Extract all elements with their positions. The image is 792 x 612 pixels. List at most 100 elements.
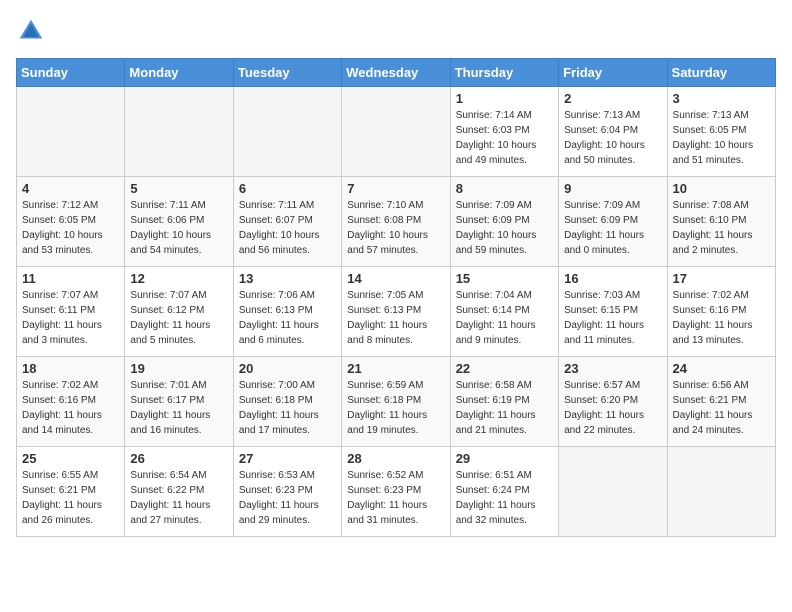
calendar-cell: 5 Sunrise: 7:11 AM Sunset: 6:06 PM Daylig… xyxy=(125,177,233,267)
calendar-cell: 29 Sunrise: 6:51 AM Sunset: 6:24 PM Dayli… xyxy=(450,447,558,537)
day-info: Sunrise: 7:00 AM Sunset: 6:18 PM Dayligh… xyxy=(239,378,336,438)
day-number: 25 xyxy=(22,451,119,466)
calendar-body: 1 Sunrise: 7:14 AM Sunset: 6:03 PM Daylig… xyxy=(17,87,776,537)
calendar-cell xyxy=(559,447,667,537)
day-info: Sunrise: 6:53 AM Sunset: 6:23 PM Dayligh… xyxy=(239,468,336,528)
calendar-cell: 2 Sunrise: 7:13 AM Sunset: 6:04 PM Daylig… xyxy=(559,87,667,177)
day-info: Sunrise: 7:14 AM Sunset: 6:03 PM Dayligh… xyxy=(456,108,553,168)
calendar-cell: 20 Sunrise: 7:00 AM Sunset: 6:18 PM Dayli… xyxy=(233,357,341,447)
calendar-cell: 13Sunrise: 7:06 AM Sunset: 6:13 PM Dayli… xyxy=(233,267,341,357)
day-number: 4 xyxy=(22,181,119,196)
day-info: Sunrise: 7:01 AM Sunset: 6:17 PM Dayligh… xyxy=(130,378,227,438)
day-info: Sunrise: 7:12 AM Sunset: 6:05 PM Dayligh… xyxy=(22,198,119,258)
day-info: Sunrise: 6:56 AM Sunset: 6:21 PM Dayligh… xyxy=(673,378,770,438)
week-row-5: 25 Sunrise: 6:55 AM Sunset: 6:21 PM Dayli… xyxy=(17,447,776,537)
header-day-saturday: Saturday xyxy=(667,59,775,87)
calendar-cell: 19 Sunrise: 7:01 AM Sunset: 6:17 PM Dayli… xyxy=(125,357,233,447)
calendar-cell: 25 Sunrise: 6:55 AM Sunset: 6:21 PM Dayli… xyxy=(17,447,125,537)
day-number: 22 xyxy=(456,361,553,376)
day-info: Sunrise: 7:04 AM Sunset: 6:14 PM Dayligh… xyxy=(456,288,553,348)
day-number: 16 xyxy=(564,271,661,286)
day-info: Sunrise: 6:57 AM Sunset: 6:20 PM Dayligh… xyxy=(564,378,661,438)
day-number: 9 xyxy=(564,181,661,196)
calendar-cell: 17 Sunrise: 7:02 AM Sunset: 6:16 PM Dayli… xyxy=(667,267,775,357)
day-number: 20 xyxy=(239,361,336,376)
day-info: Sunrise: 7:11 AM Sunset: 6:07 PM Dayligh… xyxy=(239,198,336,258)
day-number: 11 xyxy=(22,271,119,286)
calendar-cell: 3 Sunrise: 7:13 AM Sunset: 6:05 PM Daylig… xyxy=(667,87,775,177)
calendar-cell: 23 Sunrise: 6:57 AM Sunset: 6:20 PM Dayli… xyxy=(559,357,667,447)
calendar-cell: 26Sunrise: 6:54 AM Sunset: 6:22 PM Dayli… xyxy=(125,447,233,537)
calendar-cell: 14 Sunrise: 7:05 AM Sunset: 6:13 PM Dayli… xyxy=(342,267,450,357)
calendar-cell: 4 Sunrise: 7:12 AM Sunset: 6:05 PM Daylig… xyxy=(17,177,125,267)
day-info: Sunrise: 7:11 AM Sunset: 6:06 PM Dayligh… xyxy=(130,198,227,258)
day-number: 27 xyxy=(239,451,336,466)
day-info: Sunrise: 7:02 AM Sunset: 6:16 PM Dayligh… xyxy=(22,378,119,438)
calendar-cell: 28 Sunrise: 6:52 AM Sunset: 6:23 PM Dayli… xyxy=(342,447,450,537)
calendar-cell: 6 Sunrise: 7:11 AM Sunset: 6:07 PM Daylig… xyxy=(233,177,341,267)
day-number: 17 xyxy=(673,271,770,286)
day-number: 28 xyxy=(347,451,444,466)
header-day-thursday: Thursday xyxy=(450,59,558,87)
day-number: 29 xyxy=(456,451,553,466)
page-header xyxy=(16,16,776,46)
calendar-cell: 11 Sunrise: 7:07 AM Sunset: 6:11 PM Dayli… xyxy=(17,267,125,357)
day-number: 5 xyxy=(130,181,227,196)
calendar-cell: 27 Sunrise: 6:53 AM Sunset: 6:23 PM Dayli… xyxy=(233,447,341,537)
day-info: Sunrise: 7:07 AM Sunset: 6:11 PM Dayligh… xyxy=(22,288,119,348)
calendar-cell: 8Sunrise: 7:09 AM Sunset: 6:09 PM Daylig… xyxy=(450,177,558,267)
day-info: Sunrise: 7:13 AM Sunset: 6:04 PM Dayligh… xyxy=(564,108,661,168)
day-info: Sunrise: 7:07 AM Sunset: 6:12 PM Dayligh… xyxy=(130,288,227,348)
week-row-2: 4 Sunrise: 7:12 AM Sunset: 6:05 PM Daylig… xyxy=(17,177,776,267)
day-number: 6 xyxy=(239,181,336,196)
week-row-3: 11 Sunrise: 7:07 AM Sunset: 6:11 PM Dayli… xyxy=(17,267,776,357)
day-info: Sunrise: 7:05 AM Sunset: 6:13 PM Dayligh… xyxy=(347,288,444,348)
day-info: Sunrise: 6:55 AM Sunset: 6:21 PM Dayligh… xyxy=(22,468,119,528)
day-number: 23 xyxy=(564,361,661,376)
header-day-wednesday: Wednesday xyxy=(342,59,450,87)
day-info: Sunrise: 7:02 AM Sunset: 6:16 PM Dayligh… xyxy=(673,288,770,348)
day-info: Sunrise: 6:59 AM Sunset: 6:18 PM Dayligh… xyxy=(347,378,444,438)
day-number: 14 xyxy=(347,271,444,286)
calendar-cell: 21 Sunrise: 6:59 AM Sunset: 6:18 PM Dayli… xyxy=(342,357,450,447)
calendar-cell xyxy=(667,447,775,537)
calendar-cell: 16Sunrise: 7:03 AM Sunset: 6:15 PM Dayli… xyxy=(559,267,667,357)
day-number: 10 xyxy=(673,181,770,196)
day-info: Sunrise: 6:58 AM Sunset: 6:19 PM Dayligh… xyxy=(456,378,553,438)
day-info: Sunrise: 7:06 AM Sunset: 6:13 PM Dayligh… xyxy=(239,288,336,348)
day-number: 7 xyxy=(347,181,444,196)
day-info: Sunrise: 7:13 AM Sunset: 6:05 PM Dayligh… xyxy=(673,108,770,168)
day-number: 18 xyxy=(22,361,119,376)
calendar-table: SundayMondayTuesdayWednesdayThursdayFrid… xyxy=(16,58,776,537)
calendar-header: SundayMondayTuesdayWednesdayThursdayFrid… xyxy=(17,59,776,87)
calendar-cell: 22 Sunrise: 6:58 AM Sunset: 6:19 PM Dayli… xyxy=(450,357,558,447)
header-day-sunday: Sunday xyxy=(17,59,125,87)
calendar-cell: 18 Sunrise: 7:02 AM Sunset: 6:16 PM Dayli… xyxy=(17,357,125,447)
day-number: 2 xyxy=(564,91,661,106)
day-info: Sunrise: 7:10 AM Sunset: 6:08 PM Dayligh… xyxy=(347,198,444,258)
week-row-1: 1 Sunrise: 7:14 AM Sunset: 6:03 PM Daylig… xyxy=(17,87,776,177)
day-number: 19 xyxy=(130,361,227,376)
day-number: 12 xyxy=(130,271,227,286)
calendar-cell: 1 Sunrise: 7:14 AM Sunset: 6:03 PM Daylig… xyxy=(450,87,558,177)
calendar-cell: 24 Sunrise: 6:56 AM Sunset: 6:21 PM Dayli… xyxy=(667,357,775,447)
calendar-cell: 12 Sunrise: 7:07 AM Sunset: 6:12 PM Dayli… xyxy=(125,267,233,357)
day-number: 21 xyxy=(347,361,444,376)
header-row: SundayMondayTuesdayWednesdayThursdayFrid… xyxy=(17,59,776,87)
day-info: Sunrise: 6:54 AM Sunset: 6:22 PM Dayligh… xyxy=(130,468,227,528)
calendar-cell: 7 Sunrise: 7:10 AM Sunset: 6:08 PM Daylig… xyxy=(342,177,450,267)
calendar-cell xyxy=(233,87,341,177)
calendar-cell xyxy=(17,87,125,177)
calendar-cell xyxy=(125,87,233,177)
week-row-4: 18 Sunrise: 7:02 AM Sunset: 6:16 PM Dayli… xyxy=(17,357,776,447)
logo-icon xyxy=(16,16,46,46)
day-number: 24 xyxy=(673,361,770,376)
day-info: Sunrise: 7:09 AM Sunset: 6:09 PM Dayligh… xyxy=(564,198,661,258)
day-number: 8 xyxy=(456,181,553,196)
day-info: Sunrise: 6:51 AM Sunset: 6:24 PM Dayligh… xyxy=(456,468,553,528)
day-number: 15 xyxy=(456,271,553,286)
day-info: Sunrise: 6:52 AM Sunset: 6:23 PM Dayligh… xyxy=(347,468,444,528)
day-number: 1 xyxy=(456,91,553,106)
day-number: 3 xyxy=(673,91,770,106)
header-day-friday: Friday xyxy=(559,59,667,87)
